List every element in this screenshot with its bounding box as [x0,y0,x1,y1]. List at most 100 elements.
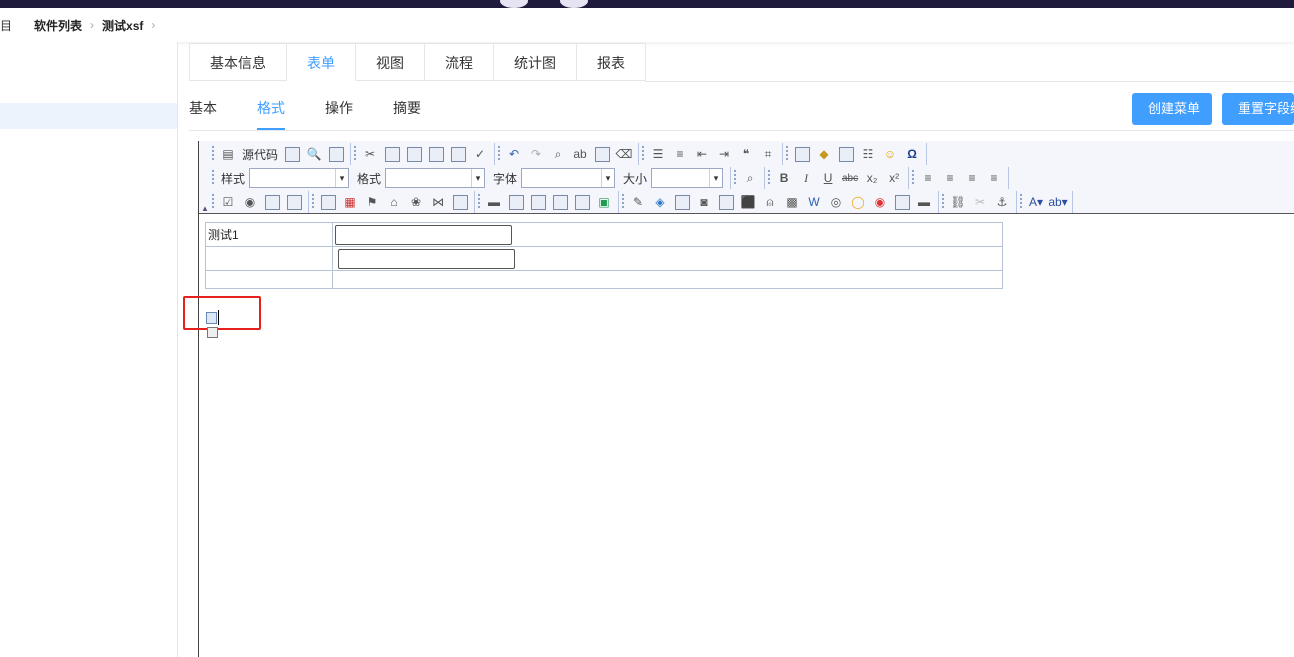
subtab-format[interactable]: 格式 [257,90,285,130]
undo-icon[interactable]: ↶ [504,144,524,164]
table-cell[interactable] [332,270,1003,289]
maximize-icon[interactable]: ⌕ [740,168,760,188]
picture-icon[interactable] [672,192,692,212]
signature-icon[interactable] [716,192,736,212]
table-cell[interactable] [332,246,1003,271]
tree-icon[interactable]: ❀ [406,192,426,212]
layers-icon[interactable]: ◈ [650,192,670,212]
tab-basic-info[interactable]: 基本信息 [190,43,287,81]
reset-fields-button[interactable]: 重置字段编 [1222,93,1294,125]
link-icon[interactable]: ⛓ [948,192,968,212]
size-select[interactable] [651,168,724,188]
text-color-icon[interactable]: A▾ [1026,192,1046,212]
find-icon[interactable]: ⌕ [548,144,568,164]
pencil-icon[interactable]: ✎ [628,192,648,212]
bold-button[interactable]: B [774,168,794,188]
text-input-field[interactable] [335,224,512,245]
source-button[interactable]: 源代码 [240,144,280,164]
create-menu-button[interactable]: 创建菜单 [1132,93,1212,125]
qrcode-icon[interactable]: ▩ [782,192,802,212]
collapse-toolbar-icon[interactable]: ▲ [201,204,209,213]
horizontal-rule-icon[interactable]: ☷ [858,144,878,164]
redo-icon[interactable]: ↷ [526,144,546,164]
align-justify-icon[interactable]: ≡ [984,168,1004,188]
tab-form[interactable]: 表单 [287,43,356,81]
tab-chart[interactable]: 统计图 [494,43,577,81]
flash-icon[interactable]: ◆ [814,144,834,164]
microphone-icon[interactable]: ⍝ [760,192,780,212]
subtab-basic[interactable]: 基本 [189,90,217,130]
listbox-icon[interactable] [318,192,338,212]
template-icon[interactable] [282,144,302,164]
drag-handle-icon[interactable] [207,327,218,338]
sub-form-icon[interactable] [450,192,470,212]
bg-color-icon[interactable]: ab▾ [1048,192,1068,212]
superscript-button[interactable]: x² [884,168,904,188]
paste-icon[interactable] [404,144,424,164]
strike-button[interactable]: abc [840,168,860,188]
eraser-icon[interactable]: ⌫ [614,144,634,164]
blockquote-icon[interactable]: ❝ [736,144,756,164]
sidebar-active-item[interactable] [0,103,177,129]
style-select[interactable] [249,168,350,188]
replace-icon[interactable]: ab [570,144,590,164]
radio-icon[interactable]: ◉ [240,192,260,212]
page-icon[interactable] [326,144,346,164]
breadcrumb-software-list[interactable]: 软件列表 [34,17,82,34]
map-icon[interactable]: ⬛ [738,192,758,212]
align-left-icon[interactable]: ≡ [918,168,938,188]
breadcrumb-home[interactable]: 目 [0,17,12,34]
table-icon[interactable] [836,144,856,164]
paste-text-icon[interactable] [426,144,446,164]
bullet-list-icon[interactable]: ≡ [670,144,690,164]
copy-icon[interactable] [382,144,402,164]
separator-icon[interactable]: ▬ [914,192,934,212]
checkbox-icon[interactable]: ☑ [218,192,238,212]
table-cell[interactable] [332,222,1003,247]
textarea-icon[interactable] [284,192,304,212]
align-center-icon[interactable]: ≡ [940,168,960,188]
anchor-icon[interactable]: ⚓ [992,192,1012,212]
table-cell-label[interactable] [205,270,333,289]
web-icon[interactable]: ◎ [826,192,846,212]
stamp-icon[interactable]: ◉ [870,192,890,212]
outdent-icon[interactable]: ⇤ [692,144,712,164]
subtab-operation[interactable]: 操作 [325,90,353,130]
indent-icon[interactable]: ⇥ [714,144,734,164]
label-control-icon[interactable] [528,192,548,212]
subtab-summary[interactable]: 摘要 [393,90,421,130]
editor-content[interactable]: 测试1 [183,215,1294,657]
italic-button[interactable]: I [796,168,816,188]
smiley-icon[interactable]: ☺ [880,144,900,164]
font-select[interactable] [521,168,616,188]
align-right-icon[interactable]: ≡ [962,168,982,188]
tab-report[interactable]: 报表 [577,43,646,81]
hidden-field-icon[interactable] [506,192,526,212]
button-control-icon[interactable]: ▬ [484,192,504,212]
div-icon[interactable]: ⌗ [758,144,778,164]
link-field-icon[interactable]: ⋈ [428,192,448,212]
user-select-icon[interactable]: ⚑ [362,192,382,212]
unlink-icon[interactable]: ✂ [970,192,990,212]
camera-icon[interactable]: ◙ [694,192,714,212]
textfield-icon[interactable] [262,192,282,212]
image-icon[interactable] [792,144,812,164]
underline-button[interactable]: U [818,168,838,188]
tab-flow[interactable]: 流程 [425,43,494,81]
omega-icon[interactable]: Ω [902,144,922,164]
list-control-icon[interactable]: ▣ [594,192,614,212]
select-all-icon[interactable] [592,144,612,164]
breadcrumb-current[interactable]: 测试xsf [102,17,143,34]
word-icon[interactable]: W [804,192,824,212]
tab-view[interactable]: 视图 [356,43,425,81]
inserted-control-icon[interactable] [206,312,217,324]
color-ring-icon[interactable]: ◯ [848,192,868,212]
department-icon[interactable]: ⌂ [384,192,404,212]
page-number-icon[interactable] [892,192,912,212]
paste-word-icon[interactable] [448,144,468,164]
table-cell-label[interactable] [205,246,333,271]
calendar-icon[interactable]: ▦ [340,192,360,212]
table-cell-label[interactable]: 测试1 [205,222,333,247]
preview-icon[interactable]: 🔍 [304,144,324,164]
spellcheck-icon[interactable]: ✓ [470,144,490,164]
